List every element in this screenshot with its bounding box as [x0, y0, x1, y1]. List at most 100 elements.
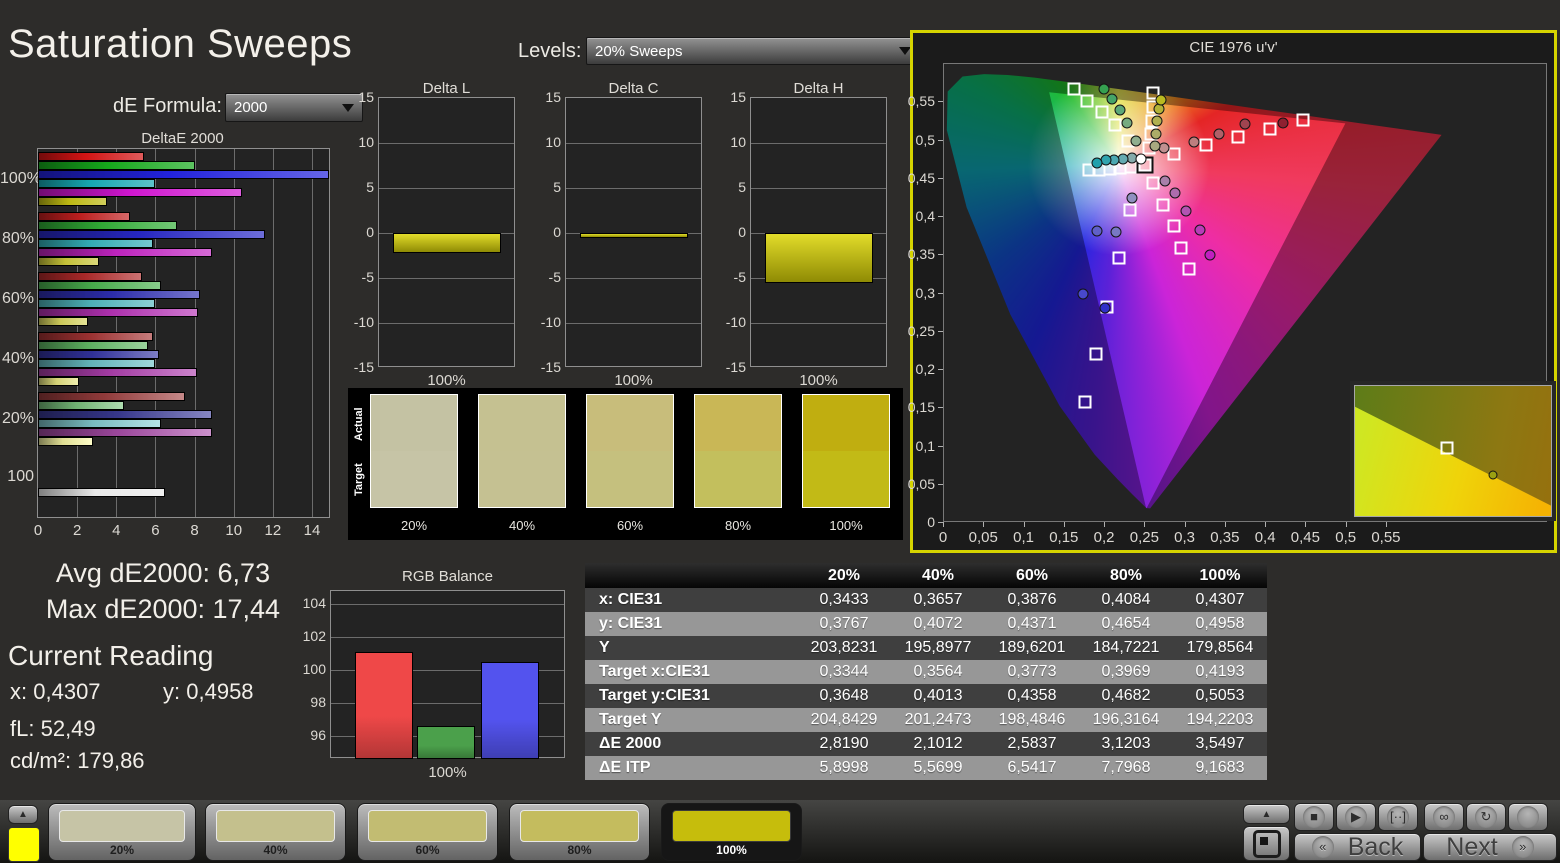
delta-c-chart: Delta C 15 10 5 0 -5 -10 -15 100% — [537, 80, 704, 389]
de-bar-cyan — [38, 239, 154, 248]
x-category-label: 100% — [428, 764, 467, 781]
patch-button-20%[interactable]: 20% — [48, 803, 196, 861]
cie-target-marker-blue — [1112, 251, 1126, 265]
de-bar-green — [38, 341, 148, 350]
x-tick-label: 0,4 — [1254, 529, 1276, 546]
table-header-cell: 100% — [1199, 567, 1241, 584]
cie-measured-marker-green — [1130, 135, 1142, 146]
table-cell: 0,4013 — [913, 687, 963, 704]
cie-measured-marker-green — [1106, 93, 1118, 105]
patch-button-80%[interactable]: 80% — [509, 803, 650, 861]
de-bar-blue — [38, 170, 329, 179]
group-label: 60% — [1, 290, 34, 307]
cie-target-marker-blue — [1123, 203, 1137, 217]
table-row-label: Target y:CIE31 — [599, 687, 710, 704]
transport-up-button[interactable]: ▲ — [1243, 804, 1290, 824]
y-tick-label: -15 — [353, 359, 374, 375]
table-cell: 0,4958 — [1195, 615, 1245, 632]
cie-target-marker-magenta — [1182, 262, 1196, 276]
target-swatch — [478, 451, 566, 508]
x-tick-label: 0,1 — [1013, 529, 1034, 546]
delta-plot-area — [378, 97, 515, 367]
tick — [983, 522, 985, 527]
swatch-column-label: 80% — [724, 518, 752, 533]
de-bar-red — [38, 212, 130, 221]
y-tick-label: 96 — [310, 726, 326, 743]
y-tick-label: 0 — [927, 514, 935, 530]
table-cell: 0,4084 — [1101, 591, 1151, 608]
swatch-column-label: 20% — [400, 518, 428, 533]
transport-continuous-button[interactable]: ∞ — [1424, 803, 1464, 831]
cie-target-marker-green — [1080, 94, 1094, 108]
de-formula-dropdown[interactable]: 2000 — [225, 93, 363, 122]
y-tick-label: 0,45 — [907, 169, 935, 186]
cie-measured-marker-yellow — [1151, 115, 1163, 127]
table-row-label: Y — [599, 639, 610, 656]
transport-stop-button[interactable]: ■ — [1294, 803, 1334, 831]
arrow-up-icon: ▲ — [18, 809, 28, 820]
levels-dropdown[interactable]: 20% Sweeps — [586, 37, 920, 65]
x-category-label: 100% — [614, 372, 653, 389]
tick — [938, 445, 943, 447]
cie-zoom-inset — [1350, 381, 1556, 521]
x-tick-label: 0,45 — [1290, 529, 1320, 546]
cie-target-marker-magenta — [1146, 176, 1160, 190]
actual-target-swatch-strip: Actual Target 20% 40% 60% 80% 100% — [348, 388, 903, 540]
y-tick-label: -15 — [540, 359, 561, 375]
gridline — [379, 278, 514, 279]
transport-play-button[interactable]: ▶ — [1336, 803, 1376, 831]
table-row: ΔE ITP 5,8998 5,5699 6,5417 7,7968 9,1683 — [585, 756, 1267, 780]
patch-swatch — [520, 810, 639, 842]
x-label: x: — [10, 679, 28, 704]
current-reading-cd: cd/m²: 179,86 — [10, 748, 145, 774]
de-bar-cyan — [38, 359, 156, 368]
delta-bar — [764, 233, 873, 283]
y-tick-label: 0,2 — [915, 361, 935, 377]
patch-window-up-button[interactable]: ▲ — [8, 805, 38, 824]
tick — [938, 216, 943, 217]
gridline — [751, 143, 886, 144]
y-tick-label: 98 — [310, 694, 326, 710]
x-tick-label: 0,2 — [1093, 529, 1115, 546]
tick — [1265, 522, 1267, 527]
x-tick-label: 6 — [151, 522, 160, 539]
actual-swatch — [694, 394, 782, 451]
x-tick-label: 0,15 — [1049, 529, 1079, 546]
patch-button-60%[interactable]: 60% — [357, 803, 498, 861]
cie-target-marker-red — [1231, 130, 1245, 144]
pattern-window-button[interactable] — [1243, 826, 1290, 861]
patch-button-40%[interactable]: 40% — [205, 803, 346, 861]
y-tick-label: 104 — [302, 595, 326, 612]
patch-label: 40% — [263, 843, 288, 857]
de-bar-yellow — [38, 257, 100, 266]
chart-title: CIE 1976 u'v' — [1189, 39, 1278, 56]
y-tick-label: -10 — [725, 314, 746, 330]
next-button[interactable]: Next » — [1423, 833, 1557, 861]
cie-measured-marker-blue — [1110, 226, 1122, 238]
cie-measured-marker-blue — [1126, 192, 1138, 204]
de-bar-magenta — [38, 248, 213, 257]
cie-measured-marker-yellow — [1149, 140, 1161, 152]
table-row-label: ΔE 2000 — [599, 735, 662, 752]
table-row: x: CIE31 0,3433 0,3657 0,3876 0,4084 0,4307 — [585, 588, 1267, 612]
y-tick-label: 0 — [553, 224, 561, 240]
tick — [938, 369, 943, 370]
cie-measured-marker-green — [1121, 117, 1133, 129]
table-cell: 0,3564 — [913, 663, 963, 680]
transport-pattern-window-button[interactable]: [··] — [1378, 803, 1418, 831]
back-button[interactable]: « Back — [1294, 833, 1421, 861]
gridline — [379, 143, 514, 144]
tick — [1063, 522, 1065, 527]
patch-swatch — [216, 810, 335, 842]
patch-button-100%[interactable]: 100% — [661, 803, 802, 861]
y-tick-label: 5 — [366, 179, 374, 195]
transport-blank-button[interactable] — [1508, 803, 1548, 831]
table-cell: 6,5417 — [1007, 759, 1057, 776]
delta-plot-area — [750, 97, 887, 367]
group-label: 20% — [1, 410, 34, 427]
cie-measured-marker-blue — [1091, 225, 1103, 237]
transport-loop-button[interactable]: ↻ — [1466, 803, 1506, 831]
back-label: Back — [1347, 832, 1404, 861]
arrow-up-icon: ▲ — [1261, 809, 1272, 820]
de-bar-green — [38, 401, 125, 410]
